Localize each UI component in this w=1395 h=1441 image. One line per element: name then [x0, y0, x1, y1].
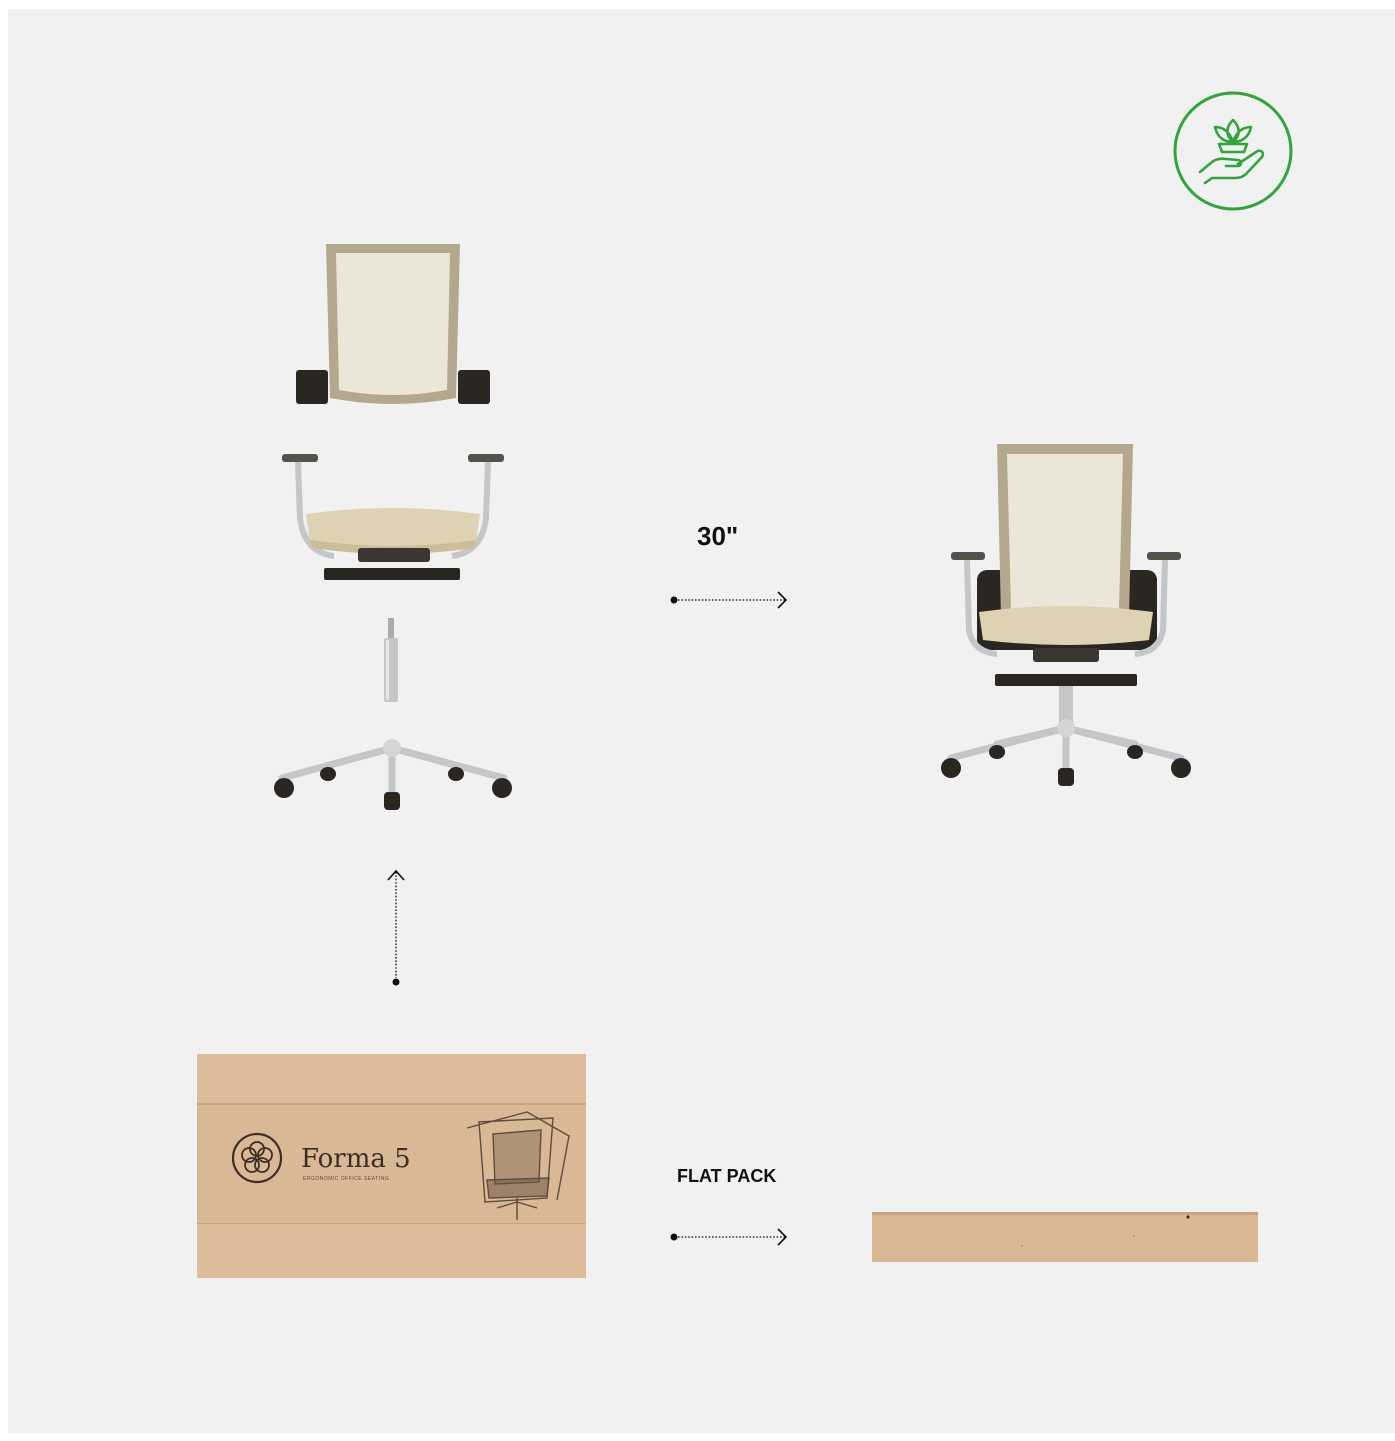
- flat-pack-box: [872, 1212, 1258, 1262]
- dotted-arrow-up-icon: [387, 869, 405, 986]
- chair-backrest-part: [296, 244, 490, 404]
- flat-pack-label: FLAT PACK: [677, 1166, 777, 1186]
- forma-5-box: Forma 5 ERGONOMIC OFFICE SEATING: [197, 1052, 586, 1278]
- forma-5-logo-icon: [231, 1132, 283, 1184]
- box-brand-name: Forma 5: [301, 1144, 411, 1174]
- chair-gas-cylinder-part: [384, 618, 398, 702]
- assembled-chair: [941, 444, 1191, 786]
- dotted-arrow-right-icon: [670, 1228, 788, 1246]
- hand-holding-plant-icon: [1173, 91, 1293, 211]
- chair-seat-part: [282, 454, 504, 580]
- dotted-arrow-right-icon: [670, 591, 788, 609]
- chair-base-part: [274, 739, 512, 810]
- box-brand-tagline: ERGONOMIC OFFICE SEATING: [303, 1176, 390, 1182]
- assembly-time-label: 30": [697, 521, 739, 551]
